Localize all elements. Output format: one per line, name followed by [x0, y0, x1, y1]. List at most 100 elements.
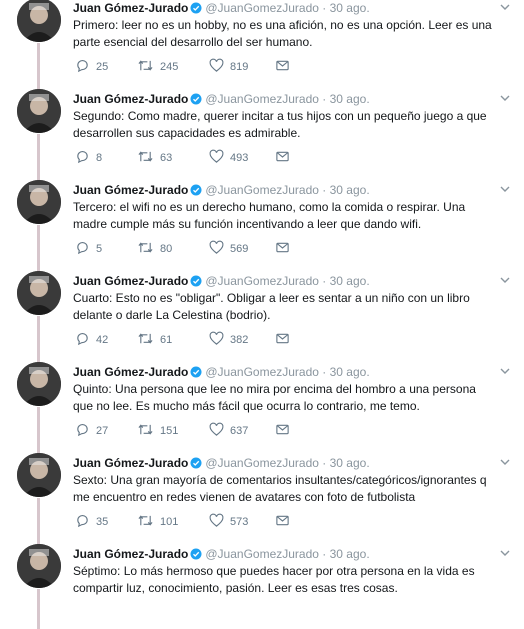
- reply-button[interactable]: 35: [75, 513, 108, 529]
- envelope-icon: [276, 242, 289, 253]
- chevron-down-icon[interactable]: [498, 273, 512, 287]
- reply-button[interactable]: 42: [75, 331, 108, 347]
- author-name[interactable]: Juan Gómez-Jurado: [73, 274, 188, 288]
- message-button[interactable]: [275, 422, 290, 438]
- chevron-down-icon[interactable]: [498, 455, 512, 469]
- reply-count: 27: [96, 425, 109, 437]
- retweet-arrows-icon: [138, 242, 153, 253]
- retweet-arrows-icon: [138, 60, 153, 71]
- tweet[interactable]: Juan Gómez-Jurado @JuanGomezJurado · 30 a…: [0, 173, 524, 275]
- speech-bubble-icon: [77, 333, 88, 346]
- tweet-date[interactable]: 30 ago.: [330, 1, 370, 15]
- tweet-thread: Juan Gómez-Jurado @JuanGomezJurado · 30 a…: [0, 0, 524, 629]
- heart-icon: [209, 422, 224, 436]
- envelope-icon: [276, 60, 289, 71]
- tweet-date[interactable]: 30 ago.: [330, 547, 370, 561]
- like-count: 382: [230, 334, 249, 346]
- retweet-button[interactable]: 63: [137, 149, 172, 165]
- author-name[interactable]: Juan Gómez-Jurado: [73, 365, 188, 379]
- envelope-icon: [276, 151, 289, 162]
- heart-icon: [209, 240, 224, 254]
- author-name[interactable]: Juan Gómez-Jurado: [73, 456, 188, 470]
- author-name[interactable]: Juan Gómez-Jurado: [73, 1, 188, 15]
- avatar[interactable]: [17, 544, 61, 588]
- tweet-text: Cuarto: Esto no es "obligar". Obligar a …: [73, 291, 470, 322]
- author-handle[interactable]: @JuanGomezJurado: [205, 92, 319, 106]
- tweet[interactable]: Juan Gómez-Jurado @JuanGomezJurado · 30 a…: [0, 82, 524, 184]
- reply-button[interactable]: 27: [75, 422, 108, 438]
- tweet-header: Juan Gómez-Jurado @JuanGomezJurado · 30 a…: [73, 182, 370, 198]
- like-button[interactable]: 493: [209, 149, 248, 165]
- separator: ·: [322, 1, 327, 15]
- avatar[interactable]: [17, 89, 61, 133]
- message-button[interactable]: [275, 149, 290, 165]
- speech-bubble-icon: [77, 151, 88, 164]
- heart-icon: [209, 513, 224, 527]
- author-handle[interactable]: @JuanGomezJurado: [205, 365, 319, 379]
- tweet-text: Séptimo: Lo más hermoso que puedes hacer…: [73, 564, 475, 595]
- reply-count: 42: [96, 334, 109, 346]
- reply-button[interactable]: 5: [75, 240, 102, 256]
- tweet[interactable]: Juan Gómez-Jurado @JuanGomezJurado · 30 a…: [0, 446, 524, 548]
- avatar[interactable]: [17, 180, 61, 224]
- avatar[interactable]: [17, 0, 61, 42]
- author-handle[interactable]: @JuanGomezJurado: [205, 547, 319, 561]
- author-name[interactable]: Juan Gómez-Jurado: [73, 547, 188, 561]
- message-button[interactable]: [275, 513, 290, 529]
- like-button[interactable]: 569: [209, 240, 248, 256]
- tweet-date[interactable]: 30 ago.: [330, 456, 370, 470]
- reply-count: 35: [96, 516, 109, 528]
- author-name[interactable]: Juan Gómez-Jurado: [73, 92, 188, 106]
- chevron-down-icon[interactable]: [498, 364, 512, 378]
- like-button[interactable]: 382: [209, 331, 248, 347]
- like-button[interactable]: 637: [209, 422, 248, 438]
- verified-badge-icon: [190, 2, 202, 14]
- tweet[interactable]: Juan Gómez-Jurado @JuanGomezJurado · 30 a…: [0, 0, 524, 93]
- like-count: 637: [230, 425, 249, 437]
- tweet-date[interactable]: 30 ago.: [330, 92, 370, 106]
- separator: ·: [322, 547, 327, 561]
- message-button[interactable]: [275, 331, 290, 347]
- like-button[interactable]: 573: [209, 513, 248, 529]
- retweet-count: 151: [160, 425, 179, 437]
- author-handle[interactable]: @JuanGomezJurado: [205, 274, 319, 288]
- author-handle[interactable]: @JuanGomezJurado: [205, 456, 319, 470]
- reply-button[interactable]: 25: [75, 58, 108, 74]
- like-button[interactable]: 819: [209, 58, 248, 74]
- avatar[interactable]: [17, 271, 61, 315]
- thread-connector-line: [37, 589, 40, 629]
- retweet-button[interactable]: 245: [137, 58, 178, 74]
- chevron-down-icon[interactable]: [498, 546, 512, 560]
- tweet-date[interactable]: 30 ago.: [330, 365, 370, 379]
- retweet-button[interactable]: 80: [137, 240, 172, 256]
- tweet-date[interactable]: 30 ago.: [330, 183, 370, 197]
- tweet-date[interactable]: 30 ago.: [330, 274, 370, 288]
- tweet[interactable]: Juan Gómez-Jurado @JuanGomezJurado · 30 a…: [0, 537, 524, 629]
- avatar[interactable]: [17, 453, 61, 497]
- envelope-icon: [276, 333, 289, 344]
- verified-badge-icon: [190, 548, 202, 560]
- retweet-button[interactable]: 101: [137, 513, 178, 529]
- like-count: 569: [230, 243, 249, 255]
- retweet-button[interactable]: 61: [137, 331, 172, 347]
- chevron-down-icon[interactable]: [498, 91, 512, 105]
- reply-button[interactable]: 8: [75, 149, 102, 165]
- retweet-button[interactable]: 151: [137, 422, 178, 438]
- reply-count: 5: [96, 243, 103, 255]
- author-name[interactable]: Juan Gómez-Jurado: [73, 183, 188, 197]
- chevron-down-icon[interactable]: [498, 0, 512, 14]
- retweet-arrows-icon: [138, 333, 153, 344]
- heart-icon: [209, 58, 224, 72]
- author-handle[interactable]: @JuanGomezJurado: [205, 1, 319, 15]
- message-button[interactable]: [275, 240, 290, 256]
- tweet-header: Juan Gómez-Jurado @JuanGomezJurado · 30 a…: [73, 0, 370, 16]
- tweet[interactable]: Juan Gómez-Jurado @JuanGomezJurado · 30 a…: [0, 264, 524, 366]
- avatar[interactable]: [17, 362, 61, 406]
- retweet-count: 61: [160, 334, 173, 346]
- verified-badge-icon: [190, 457, 202, 469]
- tweet-header: Juan Gómez-Jurado @JuanGomezJurado · 30 a…: [73, 91, 370, 107]
- chevron-down-icon[interactable]: [498, 182, 512, 196]
- message-button[interactable]: [275, 58, 290, 74]
- tweet[interactable]: Juan Gómez-Jurado @JuanGomezJurado · 30 a…: [0, 355, 524, 457]
- author-handle[interactable]: @JuanGomezJurado: [205, 183, 319, 197]
